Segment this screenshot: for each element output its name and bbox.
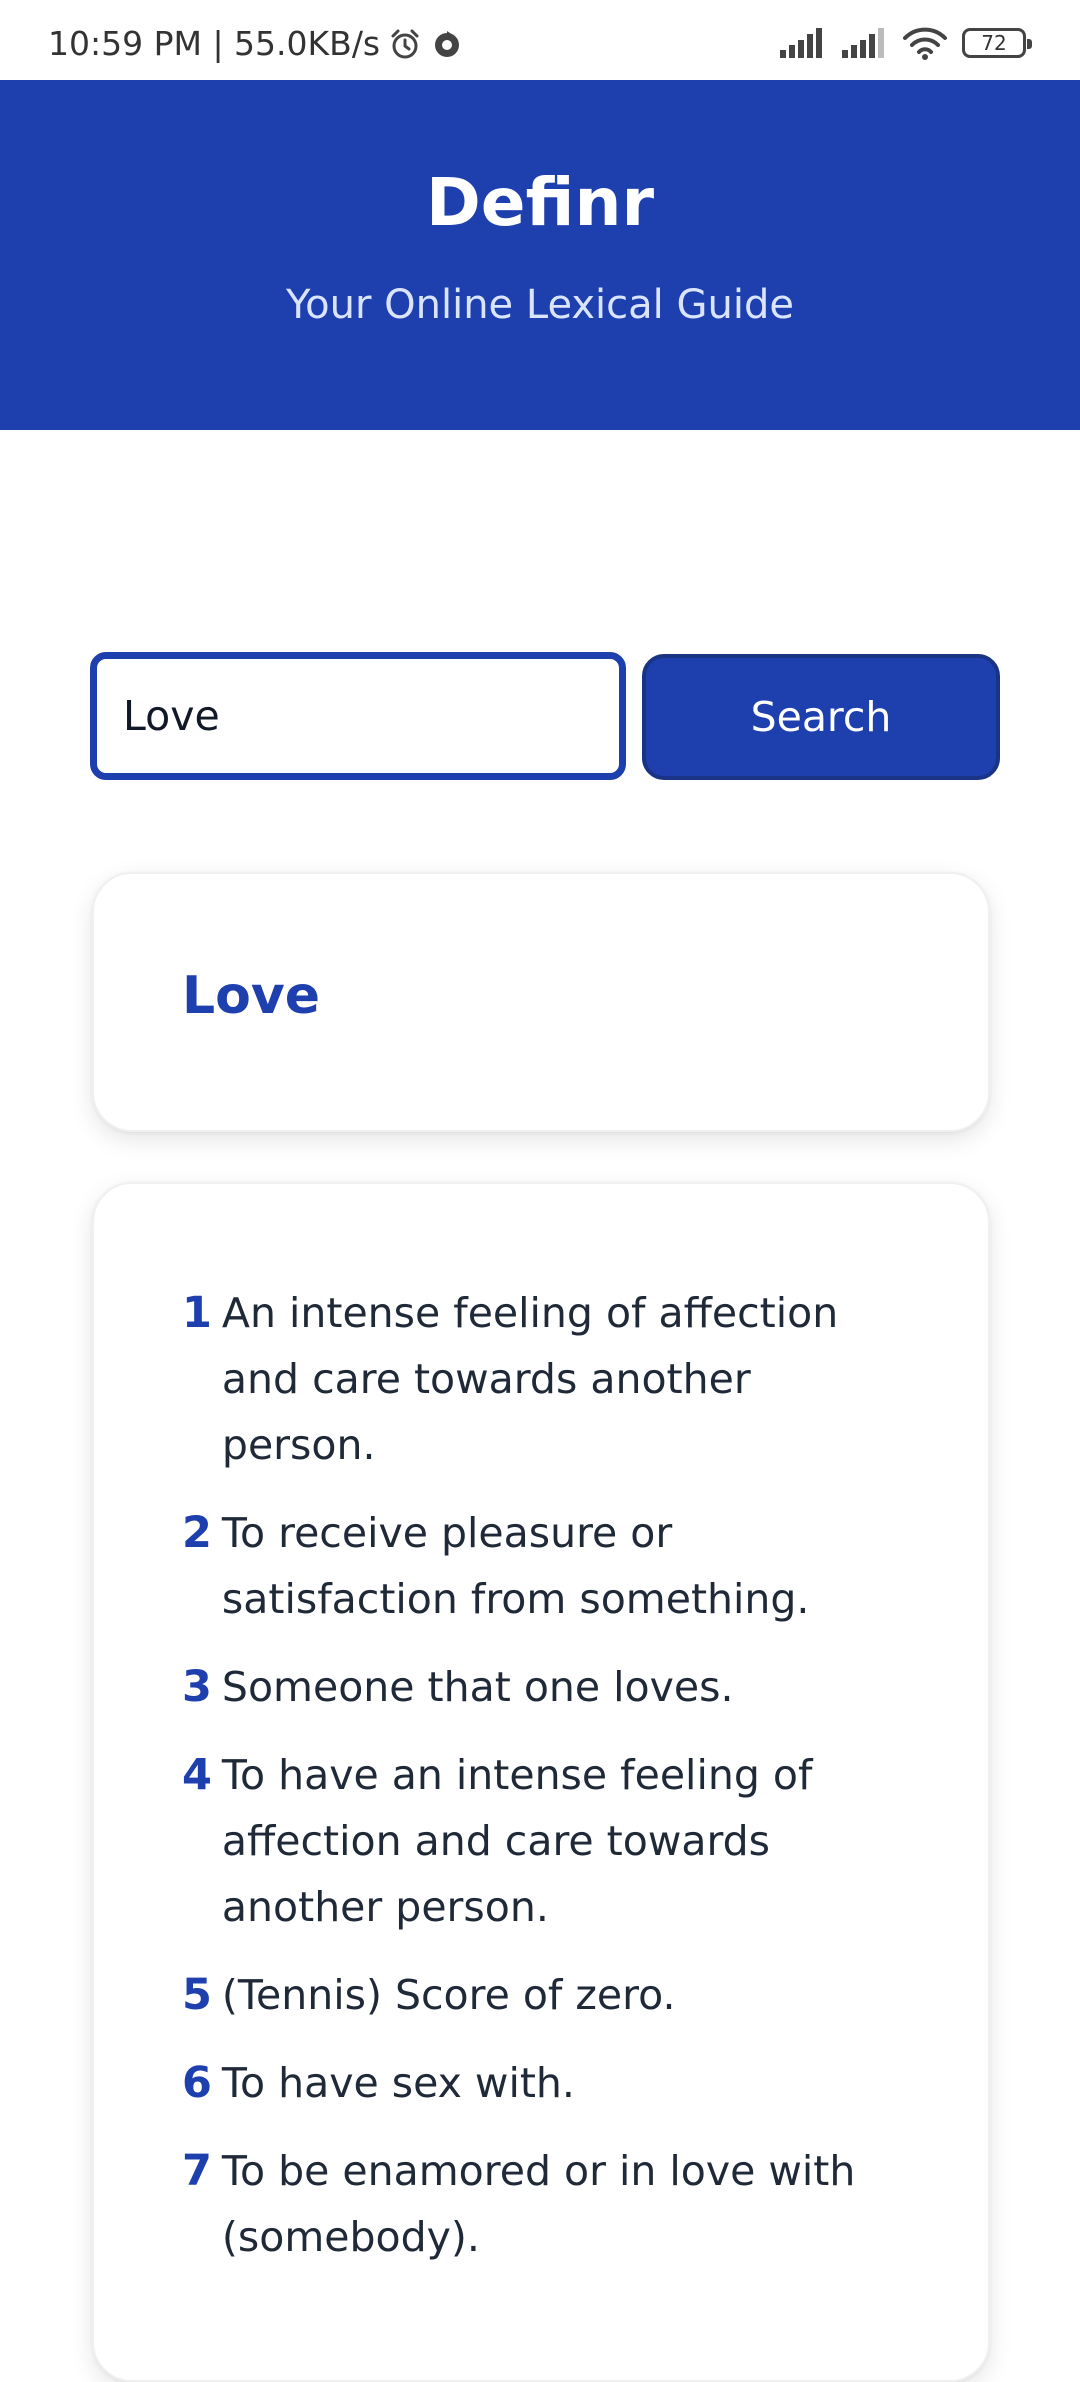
word-card: Love [92,872,990,1132]
status-time-speed: 10:59 PM | 55.0KB/s [48,24,381,63]
wifi-icon [902,26,948,60]
definition-number: 1 [182,1288,212,1338]
definition-item: 5 (Tennis) Score of zero. [182,1962,888,2028]
battery-icon: 72 [962,28,1032,58]
definition-number: 3 [182,1662,212,1712]
definition-number: 4 [182,1750,212,1800]
alarm-icon [388,27,422,61]
definition-text: (Tennis) Score of zero. [221,1971,676,2019]
status-left: 10:59 PM | 55.0KB/s [48,24,464,63]
definition-text: To have sex with. [221,2059,575,2107]
signal-icon [778,28,826,58]
definition-item: 2 To receive pleasure or satisfaction fr… [182,1500,888,1632]
definition-text: To be enamored or in love with (somebody… [221,2147,856,2261]
definition-text: An intense feeling of affection and care… [221,1289,839,1469]
battery-level: 72 [981,31,1007,55]
definition-number: 7 [182,2146,212,2196]
definition-number: 6 [182,2058,212,2108]
definition-item: 3 Someone that one loves. [182,1654,888,1720]
status-bar: 10:59 PM | 55.0KB/s 72 [0,0,1080,80]
result-word: Love [182,966,321,1026]
definition-item: 7 To be enamored or in love with (somebo… [182,2138,888,2270]
definition-item: 6 To have sex with. [182,2050,888,2116]
definition-text: Someone that one loves. [221,1663,734,1711]
search-input[interactable] [90,652,626,780]
definition-list: 1 An intense feeling of affection and ca… [182,1280,888,2292]
app-subtitle: Your Online Lexical Guide [286,282,794,328]
search-button[interactable]: Search [642,654,1000,780]
definition-number: 5 [182,1970,212,2020]
definitions-card: 1 An intense feeling of affection and ca… [92,1182,990,2382]
definition-text: To receive pleasure or satisfaction from… [221,1509,810,1623]
definition-item: 1 An intense feeling of affection and ca… [182,1280,888,1478]
definition-number: 2 [182,1508,212,1558]
status-right: 72 [778,26,1032,60]
app-title: Definr [425,164,654,241]
app-header: Definr Your Online Lexical Guide [0,80,1080,430]
definition-text: To have an intense feeling of affection … [221,1751,813,1931]
signal-icon [840,28,888,58]
sync-icon [430,27,464,61]
definition-item: 4 To have an intense feeling of affectio… [182,1742,888,1940]
